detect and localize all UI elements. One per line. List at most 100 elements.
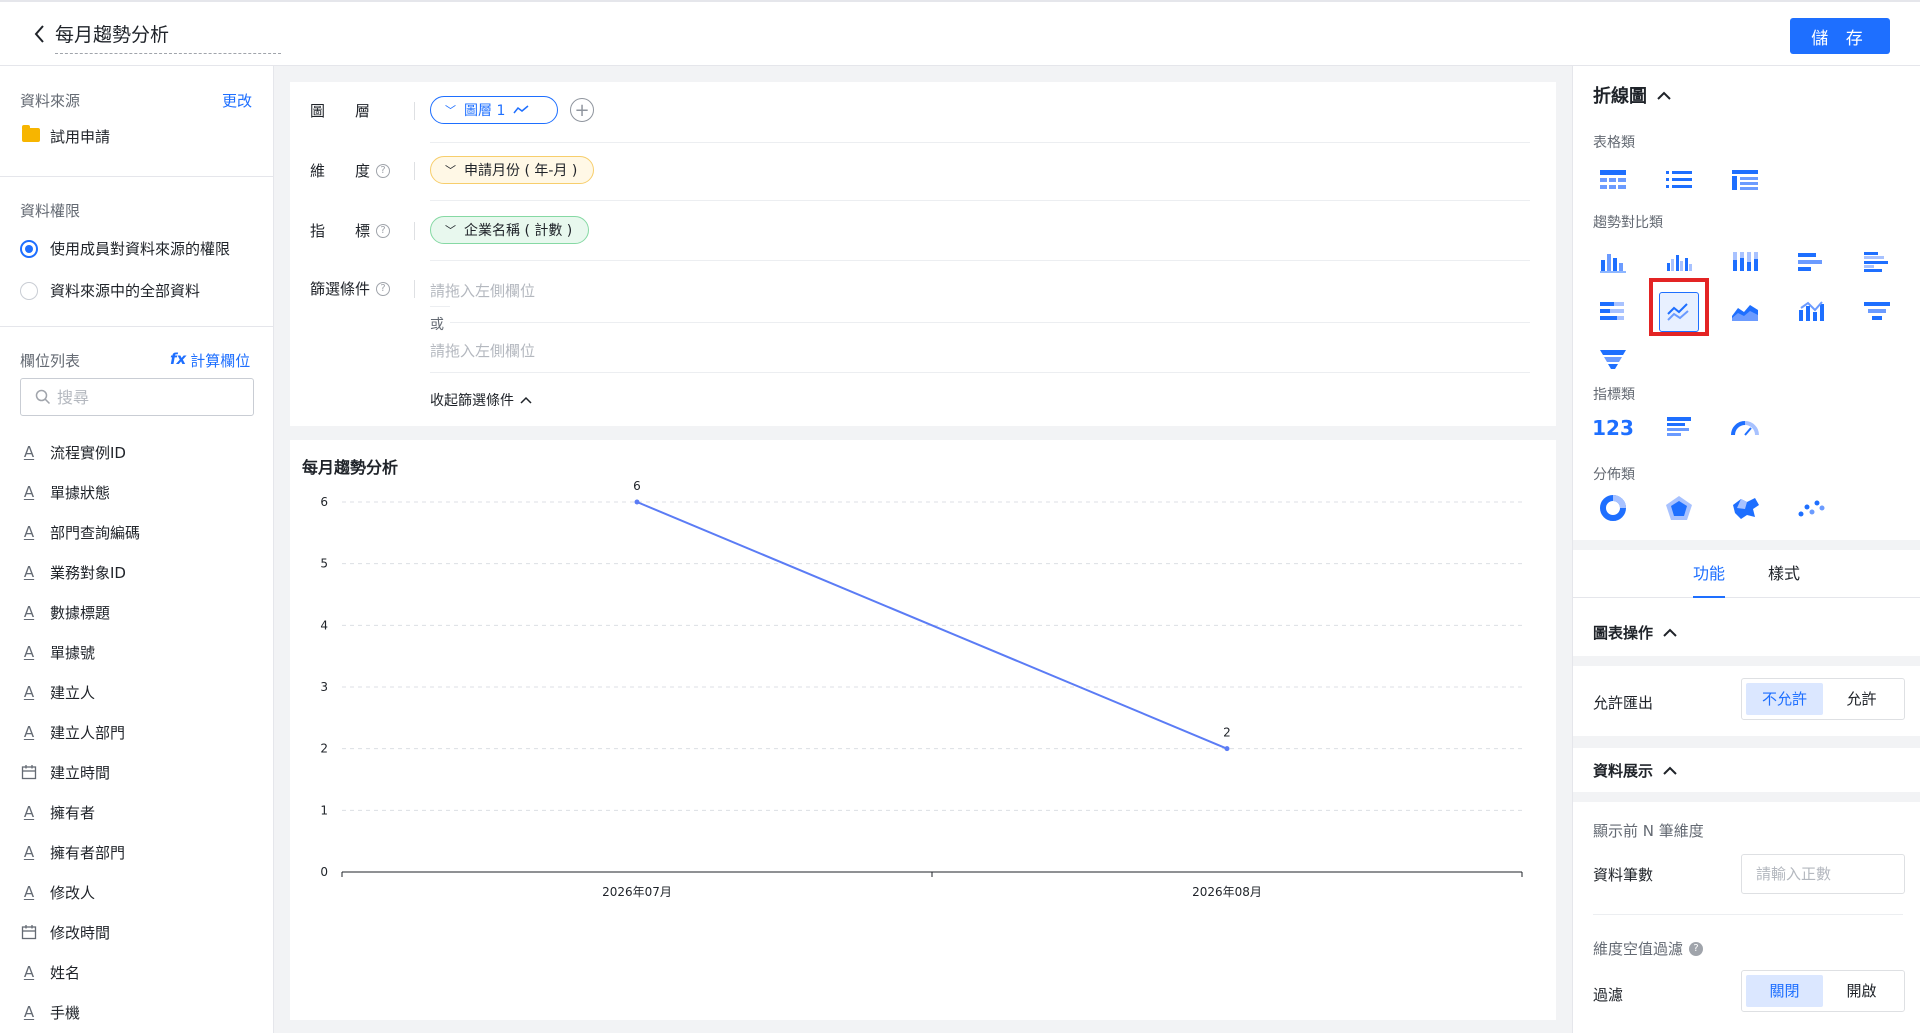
chart-type-scatter-icon[interactable] (1791, 488, 1831, 528)
y-tick-label: 0 (320, 865, 328, 879)
change-source-link[interactable]: 更改 (222, 90, 252, 111)
help-icon[interactable]: ? (376, 163, 391, 178)
chart-type-header[interactable]: 折線圖 (1593, 82, 1671, 108)
data-display-section[interactable]: 資料展示 (1593, 760, 1677, 781)
field-search-box[interactable] (20, 378, 254, 416)
chart-type-number-icon[interactable]: 123 (1592, 408, 1634, 448)
chart-type-stacked-horizontal-icon[interactable] (1593, 292, 1633, 332)
chart-type-list-icon[interactable] (1659, 160, 1699, 200)
field-search-input[interactable] (57, 387, 237, 407)
permission-option-member[interactable]: 使用成員對資料來源的權限 (20, 238, 230, 259)
chart-type-table-icon[interactable] (1593, 160, 1633, 200)
field-item[interactable]: A 擁有者 (20, 792, 260, 832)
field-item[interactable]: A 數據標題 (20, 592, 260, 632)
field-item[interactable]: A 流程實例ID (20, 432, 260, 472)
export-disallow-option[interactable]: 不允許 (1746, 683, 1823, 715)
radio-selected-icon[interactable] (20, 239, 38, 258)
right-panel: 折線圖 表格類 趨勢對比類 指標類 123 分佈類 功能 樣式 圖表操作 允許匯… (1572, 66, 1920, 1033)
data-point[interactable] (1224, 746, 1230, 752)
filter-toggle-label: 過濾 (1593, 986, 1624, 1004)
chart-type-funnel-icon[interactable] (1857, 292, 1897, 332)
permission-option-all[interactable]: 資料來源中的全部資料 (20, 280, 200, 301)
divider (430, 142, 1530, 143)
table-category-label: 表格類 (1593, 135, 1635, 151)
help-icon[interactable]: ? (376, 223, 391, 238)
chart-type-stacked-bar-icon[interactable] (1725, 242, 1765, 282)
add-layer-icon[interactable]: + (570, 98, 594, 122)
filter-off-option[interactable]: 關閉 (1746, 975, 1823, 1007)
text-field-icon: A (23, 723, 35, 741)
divider (0, 326, 274, 327)
dimension-pill[interactable]: ﹀ 申請月份 ( 年-月 ) (430, 156, 595, 184)
chart-type-reverse-funnel-icon[interactable] (1593, 340, 1633, 380)
chart-type-grouped-bar-icon[interactable] (1659, 242, 1699, 282)
radio-icon[interactable] (20, 281, 38, 300)
settings-tabs: 功能 樣式 (1573, 550, 1920, 598)
text-field-icon: A (23, 963, 35, 981)
chart-type-bar-icon[interactable] (1593, 242, 1633, 282)
chevron-down-icon: ﹀ (445, 104, 456, 117)
data-source-name[interactable]: 試用申請 (50, 126, 110, 147)
collapse-filter-link[interactable]: 收起篩選條件 (430, 390, 532, 410)
fx-icon: fx (170, 350, 187, 368)
y-tick-label: 2 (320, 742, 328, 756)
line-chart[interactable]: 0 1 2 3 4 5 6 2026年07月 2026年08月 6 2 (290, 440, 1556, 1020)
field-item[interactable]: A 單據狀態 (20, 472, 260, 512)
tab-function[interactable]: 功能 (1693, 550, 1726, 598)
help-icon[interactable]: ? (1689, 941, 1704, 956)
field-item[interactable]: A 建立人 (20, 672, 260, 712)
field-item[interactable]: 修改時間 (20, 912, 260, 952)
field-item[interactable]: A 修改人 (20, 872, 260, 912)
field-item[interactable]: A 單據號 (20, 632, 260, 672)
chevron-up-icon (1657, 91, 1671, 100)
filter-drop-zone-2[interactable]: 請拖入左側欄位 (430, 340, 535, 361)
chart-type-pivot-icon[interactable] (1725, 160, 1765, 200)
chart-type-donut-icon[interactable] (1593, 488, 1633, 528)
text-field-icon: A (23, 643, 35, 661)
filter-on-option[interactable]: 開啟 (1823, 975, 1900, 1007)
chart-type-ranking-icon[interactable] (1659, 408, 1699, 448)
metric-pill[interactable]: ﹀ 企業名稱 ( 計數 ) (430, 216, 590, 244)
chart-type-line-icon[interactable] (1659, 292, 1699, 332)
back-arrow-icon[interactable] (30, 22, 50, 46)
tab-style[interactable]: 樣式 (1768, 550, 1800, 598)
chevron-up-icon (520, 396, 532, 404)
field-label: 修改時間 (50, 923, 111, 942)
save-button[interactable]: 儲 存 (1790, 18, 1890, 54)
data-count-input[interactable] (1741, 854, 1905, 894)
export-allow-option[interactable]: 允許 (1823, 683, 1900, 715)
calc-field-link[interactable]: fx 計算欄位 (170, 350, 250, 371)
field-label: 單據狀態 (50, 483, 111, 502)
chart-ops-section[interactable]: 圖表操作 (1593, 622, 1677, 643)
top-n-label: 顯示前 N 筆維度 (1593, 822, 1704, 840)
chart-config-panel: 圖 層 ﹀ 圖層 1 + 維 度 ? ﹀ 申請月份 ( 年-月 ) 指 標 ? … (290, 82, 1556, 426)
field-item[interactable]: A 部門查詢編碼 (20, 512, 260, 552)
chart-type-gauge-icon[interactable] (1725, 408, 1765, 448)
field-label: 擁有者 (50, 803, 96, 822)
chart-type-area-icon[interactable] (1725, 292, 1765, 332)
permission-option-label: 資料來源中的全部資料 (50, 282, 201, 300)
field-list-label: 欄位列表 (20, 352, 81, 370)
page-title[interactable]: 每月趨勢分析 (55, 20, 281, 54)
chart-type-map-icon[interactable] (1725, 488, 1765, 528)
chart-type-grouped-horizontal-icon[interactable] (1857, 242, 1897, 282)
y-tick-label: 5 (320, 557, 328, 571)
chart-type-horizontal-bar-icon[interactable] (1791, 242, 1831, 282)
data-display-title: 資料展示 (1593, 762, 1654, 780)
filter-drop-zone-1[interactable]: 請拖入左側欄位 (430, 280, 535, 301)
field-item[interactable]: A 業務對象ID (20, 552, 260, 592)
field-item[interactable]: 建立時間 (20, 752, 260, 792)
data-point[interactable] (634, 499, 640, 505)
series-line[interactable] (636, 501, 1228, 750)
field-item[interactable]: A 手機 (20, 992, 260, 1032)
layer-pill[interactable]: ﹀ 圖層 1 (430, 96, 558, 124)
help-icon[interactable]: ? (376, 281, 391, 296)
chart-type-radar-icon[interactable] (1659, 488, 1699, 528)
text-field-icon: A (23, 483, 35, 501)
collapse-filter-label: 收起篩選條件 (430, 393, 514, 409)
field-item[interactable]: A 姓名 (20, 952, 260, 992)
field-item[interactable]: A 擁有者部門 (20, 832, 260, 872)
x-tick-label: 2026年08月 (1192, 885, 1262, 899)
field-item[interactable]: A 建立人部門 (20, 712, 260, 752)
chart-type-combo-icon[interactable] (1791, 292, 1831, 332)
